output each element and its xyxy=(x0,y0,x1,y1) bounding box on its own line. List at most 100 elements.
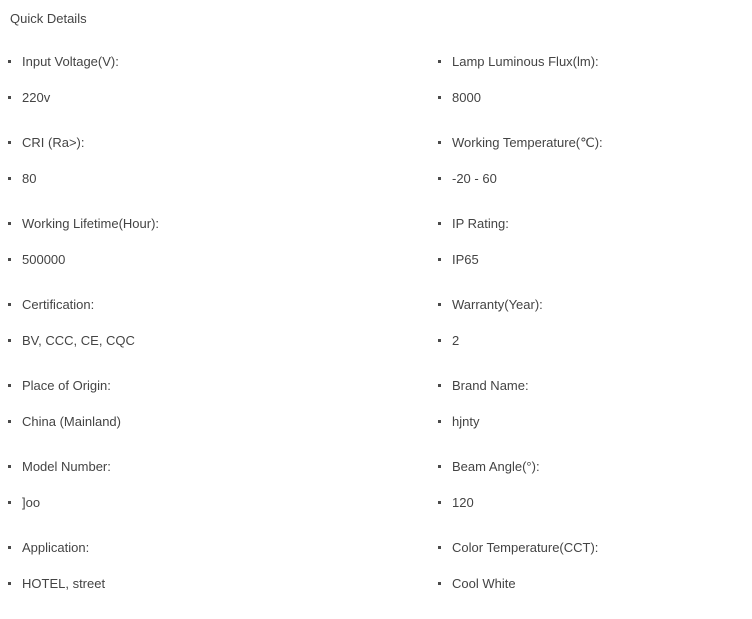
bullet-icon xyxy=(438,546,441,549)
spec-group: Model Number: ]oo xyxy=(0,457,430,529)
spec-value: 8000 xyxy=(430,88,752,124)
bullet-icon xyxy=(8,96,11,99)
spec-group: Input Voltage(V): 220v xyxy=(0,52,430,124)
spec-group: CRI (Ra>): 80 xyxy=(0,133,430,205)
bullet-icon xyxy=(8,258,11,261)
spec-group: Working Lifetime(Hour): 500000 xyxy=(0,214,430,286)
bullet-icon xyxy=(438,141,441,144)
spec-label: Application: xyxy=(0,538,430,574)
spec-label: Model Number: xyxy=(0,457,430,493)
spec-value-text: 8000 xyxy=(452,90,481,105)
spec-label-text: Warranty(Year): xyxy=(452,297,543,312)
spec-label-text: Input Voltage(V): xyxy=(22,54,119,69)
bullet-icon xyxy=(438,96,441,99)
bullet-icon xyxy=(438,177,441,180)
spec-value: 500000 xyxy=(0,250,430,286)
bullet-icon xyxy=(438,501,441,504)
spec-label-text: CRI (Ra>): xyxy=(22,135,85,150)
bullet-icon xyxy=(438,222,441,225)
spec-value: hjnty xyxy=(430,412,752,448)
spec-group: Application: HOTEL, street xyxy=(0,538,430,610)
spec-value: China (Mainland) xyxy=(0,412,430,448)
bullet-icon xyxy=(8,60,11,63)
bullet-icon xyxy=(438,60,441,63)
spec-group: Lamp Luminous Flux(lm): 8000 xyxy=(430,52,752,124)
spec-label: Working Lifetime(Hour): xyxy=(0,214,430,250)
spec-value-text: Cool White xyxy=(452,576,516,591)
spec-group: Color Temperature(CCT): Cool White xyxy=(430,538,752,610)
spec-label-text: Working Lifetime(Hour): xyxy=(22,216,160,231)
bullet-icon xyxy=(8,339,11,342)
spec-group: Working Temperature(℃): -20 - 60 xyxy=(430,133,752,205)
bullet-icon xyxy=(438,384,441,387)
spec-label-text: Model Number: xyxy=(22,459,111,474)
spec-column-right: Lamp Luminous Flux(lm): 8000 Working Tem… xyxy=(430,52,752,619)
spec-label-text: Lamp Luminous Flux(lm): xyxy=(452,54,599,69)
spec-group: Place of Origin: China (Mainland) xyxy=(0,376,430,448)
spec-group: Warranty(Year): 2 xyxy=(430,295,752,367)
spec-label-text: Brand Name: xyxy=(452,378,529,393)
spec-value: HOTEL, street xyxy=(0,574,430,610)
spec-label-text: IP Rating: xyxy=(452,216,509,231)
spec-group: IP Rating: IP65 xyxy=(430,214,752,286)
spec-label: CRI (Ra>): xyxy=(0,133,430,169)
spec-label: IP Rating: xyxy=(430,214,752,250)
bullet-icon xyxy=(8,501,11,504)
spec-value: ]oo xyxy=(0,493,430,529)
spec-label: Input Voltage(V): xyxy=(0,52,430,88)
spec-value-text: 500000 xyxy=(22,252,66,267)
spec-column-left: Input Voltage(V): 220v CRI (Ra>): 80 Wor… xyxy=(0,52,430,619)
spec-label-text: Place of Origin: xyxy=(22,378,111,393)
spec-value-text: 220v xyxy=(22,90,51,105)
page-title: Quick Details xyxy=(10,11,87,26)
spec-value-text: BV, CCC, CE, CQC xyxy=(22,333,135,348)
bullet-icon xyxy=(8,582,11,585)
bullet-icon xyxy=(438,303,441,306)
bullet-icon xyxy=(8,177,11,180)
spec-label-text: Beam Angle(°): xyxy=(452,459,540,474)
spec-value-text: 2 xyxy=(452,333,460,348)
bullet-icon xyxy=(438,420,441,423)
bullet-icon xyxy=(438,465,441,468)
spec-value-text: ]oo xyxy=(22,495,41,510)
bullet-icon xyxy=(8,141,11,144)
spec-value: BV, CCC, CE, CQC xyxy=(0,331,430,367)
spec-value-text: China (Mainland) xyxy=(22,414,121,429)
bullet-icon xyxy=(438,258,441,261)
spec-value-text: -20 - 60 xyxy=(452,171,497,186)
spec-group: Brand Name: hjnty xyxy=(430,376,752,448)
spec-group: Certification: BV, CCC, CE, CQC xyxy=(0,295,430,367)
spec-value: 120 xyxy=(430,493,752,529)
spec-label-text: Color Temperature(CCT): xyxy=(452,540,599,555)
bullet-icon xyxy=(8,222,11,225)
bullet-icon xyxy=(8,303,11,306)
spec-label-text: Certification: xyxy=(22,297,95,312)
spec-value-text: HOTEL, street xyxy=(22,576,106,591)
bullet-icon xyxy=(8,384,11,387)
spec-group: Beam Angle(°): 120 xyxy=(430,457,752,529)
spec-label: Certification: xyxy=(0,295,430,331)
spec-value-text: 120 xyxy=(452,495,474,510)
spec-label: Place of Origin: xyxy=(0,376,430,412)
spec-value: 220v xyxy=(0,88,430,124)
spec-value-text: IP65 xyxy=(452,252,479,267)
bullet-icon xyxy=(8,420,11,423)
spec-value: -20 - 60 xyxy=(430,169,752,205)
quick-details-panel: Quick Details Input Voltage(V): 220v CRI… xyxy=(0,0,752,606)
spec-value: Cool White xyxy=(430,574,752,610)
bullet-icon xyxy=(8,546,11,549)
spec-label: Beam Angle(°): xyxy=(430,457,752,493)
spec-label-text: Working Temperature(℃): xyxy=(452,135,603,150)
spec-label-text: Application: xyxy=(22,540,90,555)
spec-value: 80 xyxy=(0,169,430,205)
bullet-icon xyxy=(438,339,441,342)
bullet-icon xyxy=(438,582,441,585)
spec-value-text: hjnty xyxy=(452,414,480,429)
spec-label: Brand Name: xyxy=(430,376,752,412)
spec-label: Color Temperature(CCT): xyxy=(430,538,752,574)
spec-label: Warranty(Year): xyxy=(430,295,752,331)
spec-value-text: 80 xyxy=(22,171,37,186)
spec-label: Lamp Luminous Flux(lm): xyxy=(430,52,752,88)
bullet-icon xyxy=(8,465,11,468)
spec-value: IP65 xyxy=(430,250,752,286)
